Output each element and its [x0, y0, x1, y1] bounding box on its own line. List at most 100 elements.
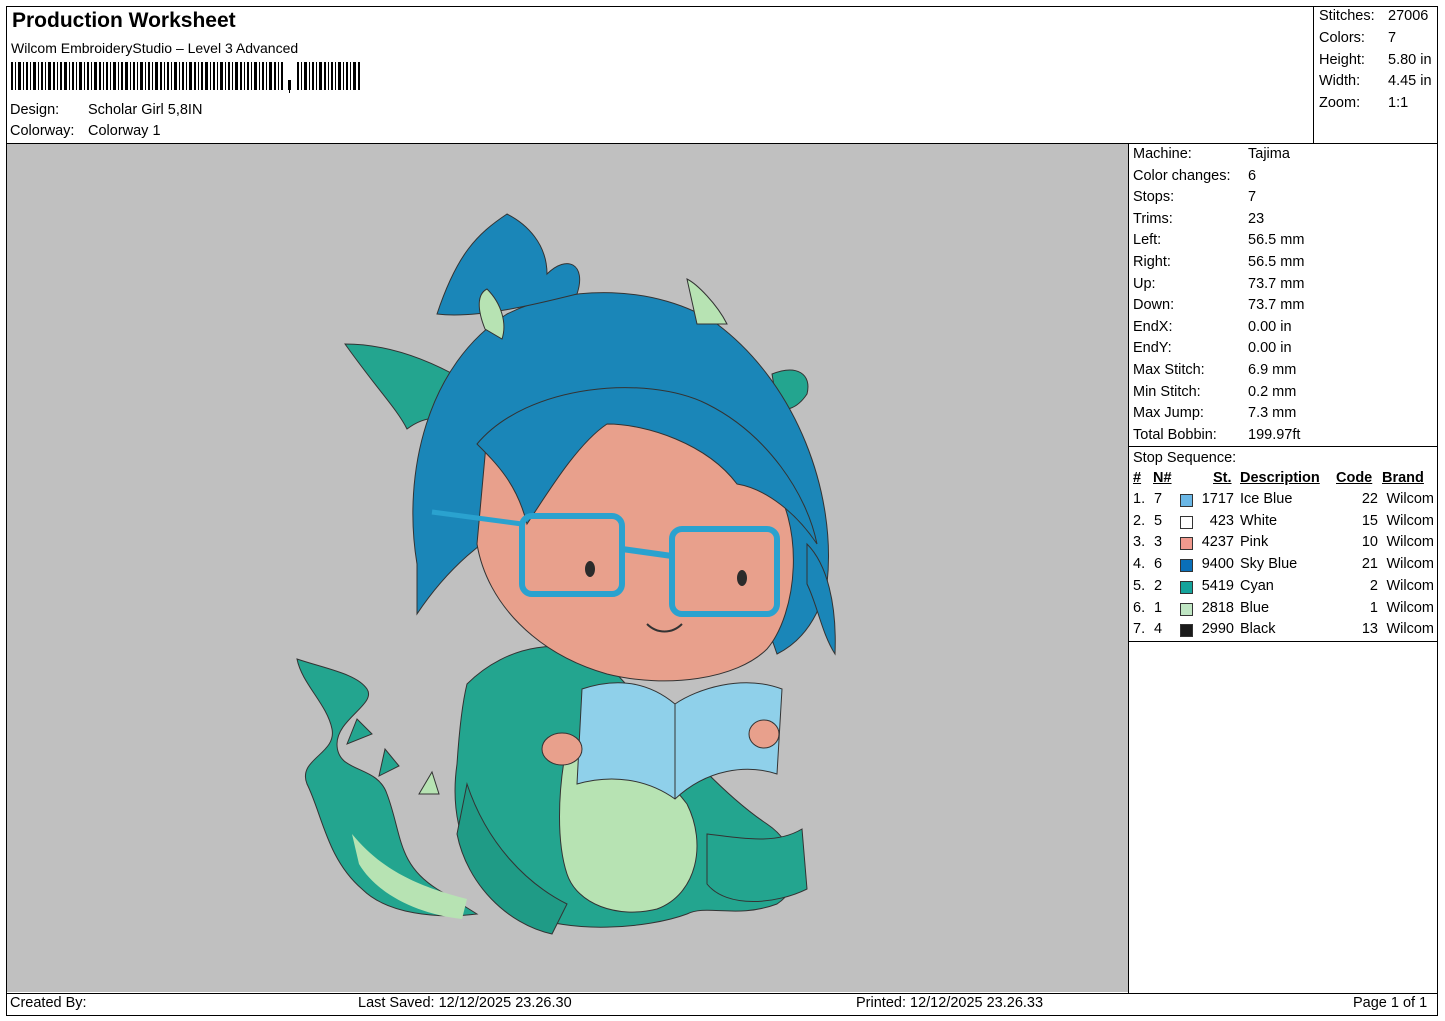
- color-description: Ice Blue: [1240, 491, 1293, 507]
- stitch-count: 9400: [1201, 556, 1234, 573]
- machine-info-value: 56.5 mm: [1248, 232, 1305, 249]
- design-canvas[interactable]: [7, 144, 1128, 992]
- thread-brand: Wilcom: [1386, 512, 1434, 529]
- colorway-label: Colorway:: [10, 123, 75, 139]
- machine-info-label: Max Jump:: [1133, 405, 1204, 422]
- machine-info-label: Min Stitch:: [1133, 383, 1201, 400]
- thread-brand: Wilcom: [1386, 534, 1434, 551]
- machine-info-value: 23: [1248, 210, 1265, 227]
- machine-info-value: 73.7 mm: [1248, 275, 1305, 292]
- color-swatch: [1180, 602, 1193, 616]
- color-description: Pink: [1240, 534, 1269, 551]
- color-description: Cyan: [1240, 577, 1274, 594]
- machine-info-row: Stops: 7: [1133, 189, 1256, 205]
- colors-label: Colors:: [1319, 30, 1365, 46]
- last-saved: Last Saved: 12/12/2025 23.26.30: [358, 995, 572, 1011]
- machine-info-row: Max Jump: 7.3 mm: [1133, 405, 1296, 421]
- width-value: 4.45 in: [1388, 73, 1432, 89]
- color-swatch: [1180, 559, 1193, 573]
- row-index: 5.: [1133, 577, 1146, 594]
- page-number: Page 1 of 1: [1353, 995, 1428, 1011]
- table-row: 3. 3 4237 Pink 10 Wilcom: [1129, 534, 1438, 556]
- col-description: Description: [1240, 470, 1320, 486]
- row-index: 4.: [1133, 556, 1146, 573]
- machine-info-label: Up:: [1133, 275, 1156, 292]
- design-value: Scholar Girl 5,8IN: [88, 102, 203, 118]
- needle-number: 6: [1154, 556, 1163, 573]
- machine-info-row: Color changes: 6: [1133, 168, 1256, 184]
- col-idx: #: [1133, 470, 1142, 486]
- col-brand: Brand: [1382, 470, 1424, 486]
- machine-info-row: Down: 73.7 mm: [1133, 297, 1304, 313]
- colorway-value: Colorway 1: [88, 123, 161, 139]
- color-description: Black: [1240, 621, 1276, 638]
- eye-right: [737, 570, 747, 586]
- machine-info-row: EndX: 0.00 in: [1133, 319, 1292, 335]
- machine-info-value: 199.97ft: [1248, 426, 1301, 443]
- stitch-count: 2990: [1201, 621, 1234, 638]
- color-description: Blue: [1240, 599, 1270, 616]
- machine-info-value: Tajima: [1248, 146, 1290, 162]
- machine-info-row: Total Bobbin: 199.97ft: [1133, 427, 1300, 443]
- color-swatch: [1180, 624, 1193, 638]
- color-swatch: [1180, 580, 1193, 594]
- thread-brand: Wilcom: [1386, 577, 1434, 594]
- machine-info-row: Right: 56.5 mm: [1133, 254, 1304, 270]
- machine-info-value: 6: [1248, 167, 1257, 184]
- machine-info-label: Total Bobbin:: [1133, 426, 1217, 443]
- dragon-foot: [706, 828, 808, 902]
- machine-info-row: Left: 56.5 mm: [1133, 232, 1304, 248]
- thread-brand: Wilcom: [1386, 621, 1434, 638]
- machine-info-value: 73.7 mm: [1248, 297, 1305, 314]
- colorway-row: Colorway: Colorway 1: [10, 123, 161, 139]
- stitch-count: 2818: [1201, 599, 1234, 616]
- info-divider: [1128, 446, 1438, 447]
- needle-number: 7: [1154, 491, 1163, 507]
- footer-divider: [6, 993, 1438, 994]
- needle-number: 2: [1154, 577, 1163, 594]
- thread-code: 10: [1361, 534, 1378, 551]
- table-row: 7. 4 2990 Black 13 Wilcom: [1129, 621, 1438, 643]
- machine-info-label: Right:: [1133, 254, 1171, 270]
- hand-right: [748, 719, 780, 749]
- eye-left: [585, 561, 595, 577]
- needle-number: 4: [1154, 621, 1163, 638]
- color-description: Sky Blue: [1240, 556, 1298, 573]
- table-row: 2. 5 423 White 15 Wilcom: [1129, 513, 1438, 535]
- table-row: 6. 1 2818 Blue 1 Wilcom: [1129, 600, 1438, 622]
- design-row: Design: Scholar Girl 5,8IN: [10, 102, 202, 118]
- machine-info-row: Trims: 23: [1133, 211, 1264, 227]
- table-row: 1. 7 1717 Ice Blue 22 Wilcom: [1129, 491, 1438, 513]
- machine-info-value: 6.9 mm: [1248, 362, 1297, 378]
- machine-info-label: EndX:: [1133, 318, 1173, 335]
- design-label: Design:: [10, 102, 60, 118]
- hand-left: [541, 732, 583, 766]
- summary-box: Stitches: 27006 Colors: 7 Height: 5.80 in W…: [1313, 6, 1438, 143]
- col-n: N#: [1153, 470, 1172, 486]
- col-st: St.: [1213, 470, 1232, 486]
- stitch-count: 5419: [1201, 577, 1234, 594]
- row-index: 7.: [1133, 621, 1146, 638]
- height-label: Height:: [1319, 52, 1365, 68]
- thread-code: 2: [1369, 577, 1378, 594]
- machine-info-label: Color changes:: [1133, 167, 1231, 184]
- color-swatch: [1180, 494, 1193, 507]
- width-label: Width:: [1319, 73, 1361, 89]
- needle-number: 5: [1154, 512, 1163, 529]
- machine-info-label: Machine:: [1133, 146, 1192, 162]
- color-description: White: [1240, 512, 1278, 529]
- thread-code: 15: [1361, 512, 1378, 529]
- printed-date: Printed: 12/12/2025 23.26.33: [856, 995, 1044, 1011]
- machine-info-value: 7: [1248, 189, 1257, 206]
- thread-brand: Wilcom: [1386, 599, 1434, 616]
- machine-info-row: Up: 73.7 mm: [1133, 276, 1304, 292]
- stitches-label: Stitches:: [1319, 8, 1375, 24]
- thread-brand: Wilcom: [1386, 491, 1434, 507]
- created-by: Created By:: [10, 995, 87, 1011]
- col-code: Code: [1336, 470, 1373, 486]
- stitch-count: 423: [1209, 512, 1234, 529]
- stitches-value: 27006: [1388, 8, 1429, 24]
- machine-info-row: Max Stitch: 6.9 mm: [1133, 362, 1296, 378]
- thread-code: 21: [1361, 556, 1378, 573]
- table-row: 4. 6 9400 Sky Blue 21 Wilcom: [1129, 556, 1438, 578]
